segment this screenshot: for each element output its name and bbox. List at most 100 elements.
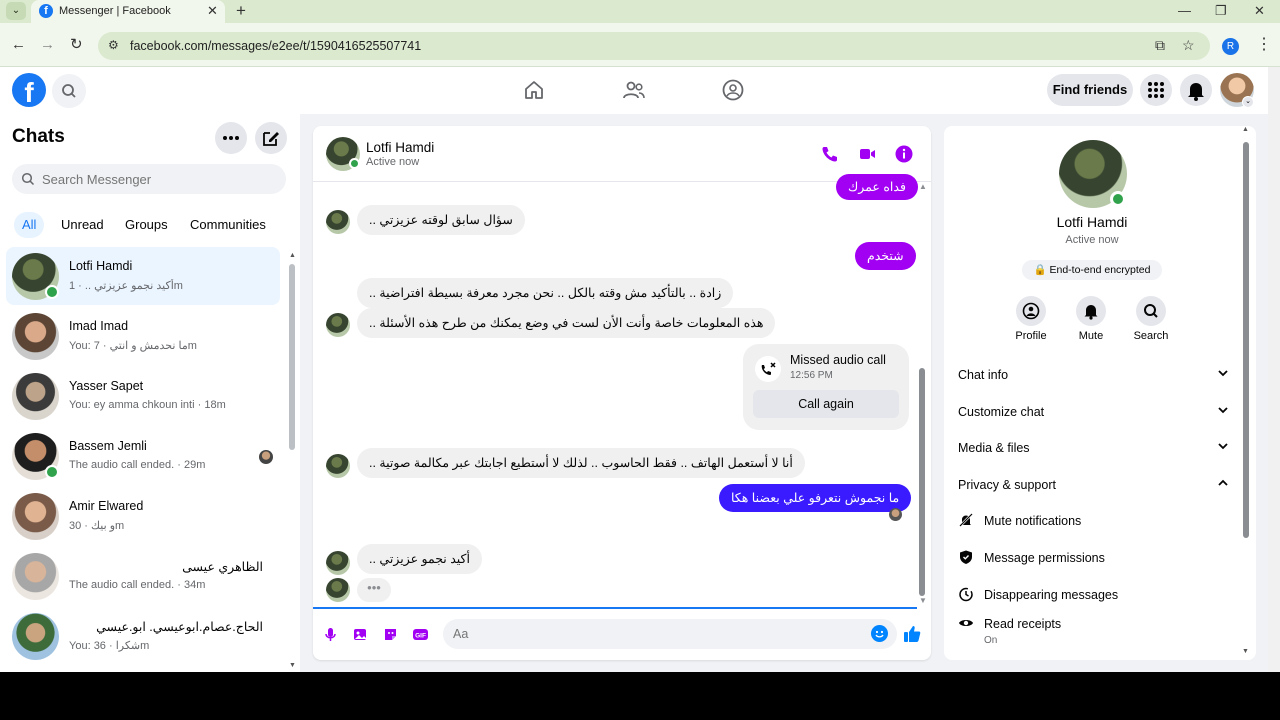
- url-text[interactable]: facebook.com/messages/e2ee/t/15904165255…: [130, 39, 421, 53]
- tab-search-chevron-icon[interactable]: ⌄: [6, 2, 26, 20]
- filter-groups[interactable]: Groups: [125, 212, 168, 238]
- sticker-icon[interactable]: [382, 626, 399, 643]
- scrollbar-thumb[interactable]: [919, 368, 925, 596]
- sender-avatar: [326, 578, 350, 602]
- notifications-button[interactable]: [1180, 74, 1212, 106]
- chat-item-amir-elwared[interactable]: Amir Elwared و بيك · 30m: [6, 487, 280, 545]
- facebook-search-button[interactable]: [52, 74, 86, 108]
- message-input[interactable]: [453, 619, 863, 649]
- conversation-info-icon[interactable]: [894, 144, 914, 164]
- account-chevron-icon[interactable]: ⌄: [1242, 96, 1254, 108]
- smiley-icon: [875, 630, 884, 638]
- online-indicator: [349, 158, 360, 169]
- reload-icon[interactable]: ↻: [70, 35, 83, 55]
- message-incoming[interactable]: زادة .. بالتأكيد مش وقته بالكل .. نحن مج…: [357, 278, 734, 308]
- filter-all[interactable]: All: [14, 212, 45, 238]
- chat-options-button[interactable]: [215, 122, 247, 154]
- like-thumb-icon[interactable]: [902, 624, 922, 644]
- chat-name: الظاهري عيسى: [182, 560, 263, 574]
- typing-indicator: •••: [357, 578, 391, 602]
- message-field[interactable]: [443, 619, 897, 649]
- chevron-up-icon: [1218, 479, 1228, 486]
- message-outgoing[interactable]: فداه عمرك: [836, 174, 918, 200]
- customize-chat-section[interactable]: Customize chat: [958, 395, 1230, 431]
- scroll-down-arrow-icon[interactable]: ▼: [289, 662, 296, 669]
- search-conversation-icon[interactable]: [1136, 296, 1166, 326]
- bookmark-star-icon[interactable]: ☆: [1182, 37, 1195, 54]
- chats-scrollbar[interactable]: ▲ ▼: [288, 252, 296, 672]
- shield-icon: [960, 550, 972, 564]
- microphone-icon[interactable]: [322, 626, 339, 643]
- site-info-icon[interactable]: ⚙: [108, 38, 119, 52]
- facebook-logo-icon[interactable]: f: [12, 73, 46, 107]
- chat-item-bassem-jemli[interactable]: Bassem Jemli The audio call ended. · 29m: [6, 427, 280, 485]
- emoji-icon[interactable]: [871, 625, 888, 642]
- profile-icon[interactable]: [1016, 296, 1046, 326]
- message-permissions-item[interactable]: Message permissions: [958, 541, 1230, 577]
- search-messenger-input[interactable]: [42, 164, 272, 194]
- maximize-icon[interactable]: ❐: [1215, 2, 1227, 20]
- search-messenger-field[interactable]: [12, 164, 286, 194]
- message-incoming[interactable]: سؤال سابق لوقته عزيزتي ..: [357, 205, 525, 235]
- call-again-button[interactable]: Call again: [753, 390, 899, 418]
- chats-title: Chats: [12, 126, 65, 147]
- chat-item-alhaj-issam[interactable]: الحاج.عصام.ابوعيسي. ابو.عيسي You: شكرا ·…: [6, 607, 280, 665]
- back-icon[interactable]: ←: [11, 35, 26, 55]
- scroll-down-arrow-icon[interactable]: ▼: [1242, 648, 1249, 655]
- messages-scrollbar[interactable]: [917, 182, 927, 606]
- filter-communities[interactable]: Communities: [190, 212, 266, 238]
- svg-text:GIF: GIF: [415, 633, 426, 640]
- video-call-icon[interactable]: [857, 144, 877, 164]
- home-icon[interactable]: [522, 78, 546, 102]
- chat-item-aldhahiri-issa[interactable]: الظاهري عيسى The audio call ended. · 34m: [6, 547, 280, 605]
- chat-info-section[interactable]: Chat info: [958, 358, 1230, 394]
- read-receipts-item[interactable]: Read receipts On: [958, 607, 1230, 651]
- chat-item-lotfi-hamdi[interactable]: Lotfi Hamdi أكيد نجمو عزيزتي .. · 1m: [6, 247, 280, 305]
- groups-icon[interactable]: [721, 78, 745, 102]
- contact-name[interactable]: Lotfi Hamdi: [366, 140, 434, 155]
- new-tab-icon[interactable]: +: [236, 1, 246, 21]
- scroll-down-arrow-icon[interactable]: ▼: [919, 596, 927, 605]
- message-incoming[interactable]: أنا لا أستعمل الهاتف .. فقط الحاسوب .. ل…: [357, 448, 805, 478]
- find-friends-button[interactable]: Find friends: [1047, 74, 1133, 106]
- window-close-icon[interactable]: ✕: [1254, 2, 1265, 20]
- browser-menu-icon[interactable]: ⋮: [1256, 34, 1272, 54]
- profile-action[interactable]: Profile: [1006, 296, 1056, 342]
- forward-icon[interactable]: →: [40, 35, 55, 55]
- scroll-up-arrow-icon[interactable]: ▲: [289, 252, 296, 259]
- mute-action[interactable]: Mute: [1066, 296, 1116, 342]
- minimize-icon[interactable]: —: [1178, 2, 1191, 20]
- audio-call-icon[interactable]: [820, 144, 840, 164]
- privacy-support-section[interactable]: Privacy & support: [958, 468, 1230, 504]
- media-files-section[interactable]: Media & files: [958, 431, 1230, 467]
- chat-name: Yasser Sapet: [69, 379, 144, 393]
- browser-tab[interactable]: f Messenger | Facebook ✕: [31, 0, 225, 23]
- contact-name[interactable]: Lotfi Hamdi: [944, 214, 1240, 230]
- page-scrollbar[interactable]: [1268, 67, 1280, 672]
- mute-notifications-item[interactable]: Mute notifications: [958, 504, 1230, 540]
- install-app-icon[interactable]: ⧉: [1155, 37, 1165, 54]
- friends-icon[interactable]: [622, 78, 646, 102]
- search-action[interactable]: Search: [1126, 296, 1176, 342]
- scroll-up-arrow-icon[interactable]: ▲: [919, 182, 927, 191]
- scrollbar-thumb[interactable]: [289, 264, 295, 450]
- chat-item-yasser-sapet[interactable]: Yasser Sapet You: ey amma chkoun inti · …: [6, 367, 280, 425]
- message-outgoing[interactable]: شتخدم: [855, 242, 916, 270]
- tab-close-icon[interactable]: ✕: [207, 3, 218, 19]
- scroll-up-arrow-icon[interactable]: ▲: [1242, 126, 1249, 133]
- gif-icon[interactable]: GIF: [412, 626, 429, 643]
- scrollbar-thumb[interactable]: [1243, 142, 1249, 538]
- new-message-button[interactable]: [255, 122, 287, 154]
- message-outgoing[interactable]: ما نجموش نتعرفو علي بعضنا هكا: [719, 484, 912, 512]
- mute-bell-icon[interactable]: [1076, 296, 1106, 326]
- menu-button[interactable]: [1140, 74, 1172, 106]
- message-incoming[interactable]: هذه المعلومات خاصة وأنت الأن لست في وضع …: [357, 308, 776, 338]
- url-field[interactable]: ⚙ facebook.com/messages/e2ee/t/159041652…: [98, 32, 1210, 60]
- message-incoming[interactable]: أكيد نجمو عزيزتي ..: [357, 544, 482, 574]
- details-scrollbar[interactable]: ▲ ▼: [1240, 126, 1252, 660]
- browser-profile-avatar[interactable]: R: [1222, 38, 1239, 55]
- filter-unread[interactable]: Unread: [61, 212, 104, 238]
- chat-item-imad-imad[interactable]: Imad Imad You: ما نحدمش و انتي · 7m: [6, 307, 280, 365]
- online-indicator: [45, 465, 59, 479]
- photo-icon[interactable]: [352, 626, 369, 643]
